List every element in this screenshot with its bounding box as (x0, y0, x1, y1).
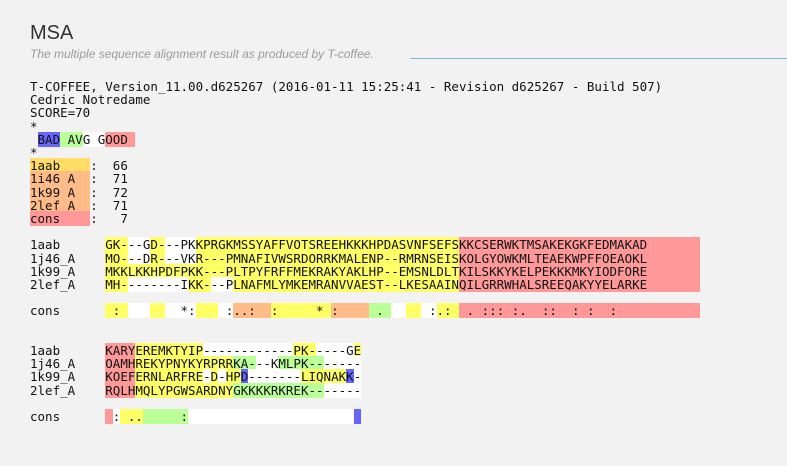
alignment-line: SCORE=70 (30, 105, 91, 121)
alignment-line: 2lef_A RQLHMQLYPGWSARDNYGKKKKRKREK------… (30, 382, 362, 398)
subtitle-divider (410, 58, 787, 59)
alignment-output: T-COFFEE, Version_11.00.d625267 (2016-01… (30, 80, 700, 425)
alignment-line: cons : *: :..: : * : . :.: . ::: :. :: :… (30, 303, 700, 319)
msa-panel: MSA The multiple sequence alignment resu… (0, 0, 787, 466)
page-subtitle: The multiple sequence alignment result a… (30, 47, 374, 61)
alignment-line: cons : .. : (30, 409, 369, 425)
alignment-line: BAD AVG GOOD (37, 131, 136, 147)
alignment-line: 2lef_A MH--------IKK---PLNAFMLYMKEMRANVV… (30, 277, 700, 293)
alignment-line: cons : 7 (30, 211, 128, 227)
page-title: MSA (30, 22, 74, 44)
